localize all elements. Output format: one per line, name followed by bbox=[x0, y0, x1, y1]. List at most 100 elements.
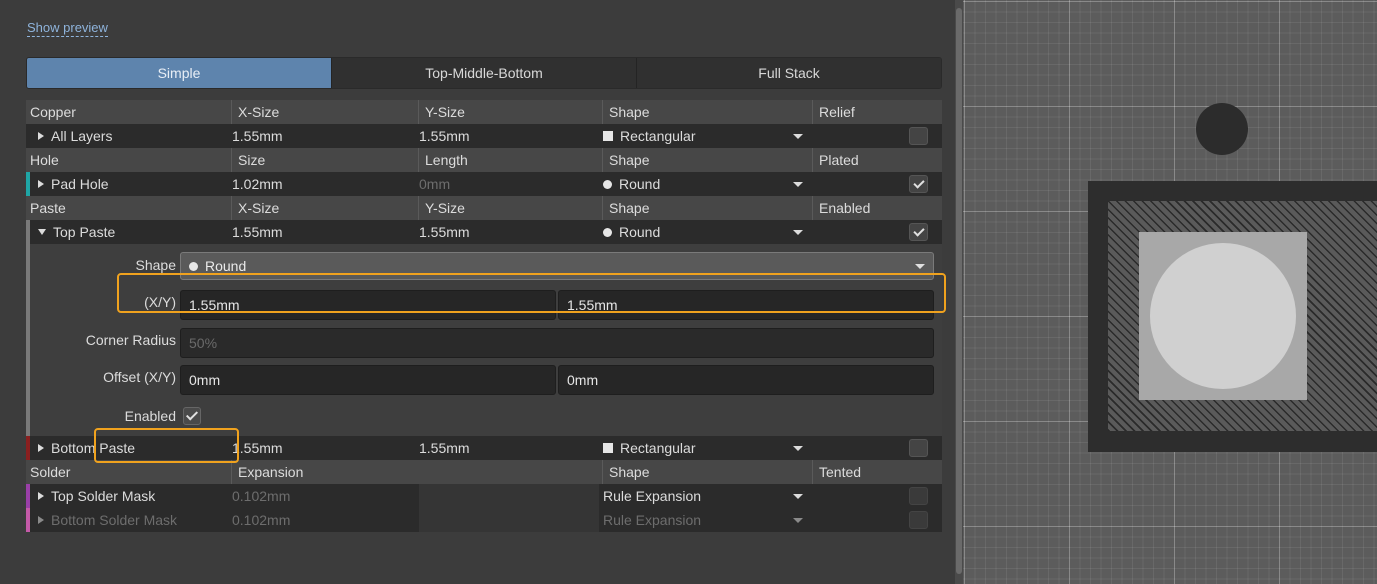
shape-select[interactable]: Rectangular bbox=[603, 124, 696, 148]
column-header: Solder bbox=[30, 464, 71, 480]
xy-label: (X/Y) bbox=[144, 294, 176, 310]
empty-cell bbox=[419, 508, 599, 532]
top-paste-editor: Shape Round (X/Y) 1.55mm 1.55mm Corner R… bbox=[26, 244, 942, 436]
expand-arrow-icon[interactable] bbox=[38, 444, 44, 453]
expand-arrow-icon[interactable] bbox=[38, 516, 44, 525]
column-header: Length bbox=[418, 148, 468, 172]
table-row[interactable]: Bottom Paste 1.55mm 1.55mm Rectangular bbox=[26, 436, 942, 460]
table-row[interactable]: Top Paste 1.55mm 1.55mm Round bbox=[26, 220, 942, 244]
chevron-down-icon[interactable] bbox=[915, 264, 925, 269]
column-header: Shape bbox=[602, 460, 649, 484]
hole-header-row: Hole Size Length Shape Plated bbox=[26, 148, 942, 172]
size-cell[interactable]: 1.02mm bbox=[232, 172, 283, 196]
layer-color-stripe bbox=[26, 220, 30, 244]
paste-header-row: Paste X-Size Y-Size Shape Enabled bbox=[26, 196, 942, 220]
shape-select[interactable]: Round bbox=[603, 220, 660, 244]
shape-dropdown[interactable]: Round bbox=[180, 252, 934, 280]
x-size-cell[interactable]: 1.55mm bbox=[232, 124, 283, 148]
y-size-cell[interactable]: 1.55mm bbox=[419, 220, 470, 244]
expand-arrow-icon[interactable] bbox=[38, 132, 44, 141]
y-size-cell[interactable]: 1.55mm bbox=[419, 436, 470, 460]
x-size-input[interactable]: 1.55mm bbox=[180, 290, 556, 320]
chevron-down-icon[interactable] bbox=[793, 446, 803, 451]
expansion-cell: 0.102mm bbox=[232, 512, 291, 528]
corner-radius-input: 50% bbox=[180, 328, 934, 358]
collapse-arrow-icon[interactable] bbox=[38, 229, 46, 236]
layer-color-stripe bbox=[26, 508, 30, 532]
tented-checkbox bbox=[909, 487, 928, 505]
column-header: Expansion bbox=[231, 460, 303, 484]
enabled-checkbox[interactable] bbox=[909, 439, 928, 457]
column-header: Copper bbox=[30, 104, 76, 120]
shape-select[interactable]: Rule Expansion bbox=[603, 508, 701, 532]
chevron-down-icon[interactable] bbox=[793, 230, 803, 235]
copper-header-row: Copper X-Size Y-Size Shape Relief bbox=[26, 100, 942, 124]
column-header: X-Size bbox=[231, 196, 279, 220]
x-size-cell[interactable]: 1.55mm bbox=[232, 220, 283, 244]
shape-select[interactable]: Round bbox=[603, 172, 660, 196]
enabled-checkbox[interactable] bbox=[909, 223, 928, 241]
row-label[interactable]: Bottom Solder Mask bbox=[38, 508, 177, 532]
tented-checkbox bbox=[909, 511, 928, 529]
column-header: Plated bbox=[812, 148, 859, 172]
row-label[interactable]: Top Solder Mask bbox=[38, 484, 155, 508]
pad-properties-panel: Show preview Simple Top-Middle-Bottom Fu… bbox=[0, 0, 955, 584]
expand-arrow-icon[interactable] bbox=[38, 180, 44, 189]
paste-circle bbox=[1150, 243, 1296, 389]
table-row[interactable]: Bottom Solder Mask 0.102mm Rule Expansio… bbox=[26, 508, 942, 532]
column-header: Relief bbox=[812, 100, 855, 124]
panel-scrollbar[interactable] bbox=[955, 0, 963, 584]
column-header: Tented bbox=[812, 460, 861, 484]
layer-color-stripe bbox=[26, 172, 30, 196]
column-header: Shape bbox=[602, 196, 649, 220]
scrollbar-thumb[interactable] bbox=[956, 8, 962, 574]
table-row[interactable]: All Layers 1.55mm 1.55mm Rectangular bbox=[26, 124, 942, 148]
pad-preview-canvas[interactable] bbox=[963, 0, 1377, 584]
expand-arrow-icon[interactable] bbox=[38, 492, 44, 501]
enabled-checkbox[interactable] bbox=[183, 407, 201, 425]
shape-select[interactable]: Rule Expansion bbox=[603, 484, 701, 508]
pad-stack-grid: Copper X-Size Y-Size Shape Relief All La… bbox=[26, 100, 942, 532]
column-header: X-Size bbox=[231, 100, 279, 124]
solder-header-row: Solder Expansion Shape Tented bbox=[26, 460, 942, 484]
row-label[interactable]: Top Paste bbox=[38, 220, 115, 244]
chevron-down-icon[interactable] bbox=[793, 182, 803, 187]
column-header: Paste bbox=[30, 200, 66, 216]
stack-mode-tabs: Simple Top-Middle-Bottom Full Stack bbox=[26, 57, 942, 89]
y-size-input[interactable]: 1.55mm bbox=[558, 290, 934, 320]
offset-label: Offset (X/Y) bbox=[103, 369, 176, 385]
relief-checkbox[interactable] bbox=[909, 127, 928, 145]
column-header: Y-Size bbox=[418, 100, 465, 124]
plated-checkbox[interactable] bbox=[909, 175, 928, 193]
offset-x-input[interactable]: 0mm bbox=[180, 365, 556, 395]
tab-full-stack[interactable]: Full Stack bbox=[636, 58, 941, 88]
column-header: Shape bbox=[602, 148, 649, 172]
tab-simple[interactable]: Simple bbox=[27, 58, 331, 88]
table-row[interactable]: Top Solder Mask 0.102mm Rule Expansion bbox=[26, 484, 942, 508]
x-size-cell[interactable]: 1.55mm bbox=[232, 436, 283, 460]
table-row[interactable]: Pad Hole 1.02mm 0mm Round bbox=[26, 172, 942, 196]
circle-icon bbox=[603, 179, 612, 189]
y-size-cell[interactable]: 1.55mm bbox=[419, 124, 470, 148]
shape-select[interactable]: Rectangular bbox=[603, 436, 696, 460]
column-header: Shape bbox=[602, 100, 649, 124]
row-label[interactable]: All Layers bbox=[38, 124, 112, 148]
show-preview-link[interactable]: Show preview bbox=[27, 20, 108, 37]
layer-color-stripe bbox=[26, 436, 30, 460]
chevron-down-icon[interactable] bbox=[793, 134, 803, 139]
chevron-down-icon[interactable] bbox=[793, 494, 803, 499]
column-header: Enabled bbox=[812, 196, 870, 220]
column-header: Size bbox=[231, 148, 265, 172]
tab-top-middle-bottom[interactable]: Top-Middle-Bottom bbox=[331, 58, 636, 88]
square-icon bbox=[603, 443, 613, 454]
square-icon bbox=[603, 131, 613, 142]
offset-y-input[interactable]: 0mm bbox=[558, 365, 934, 395]
enabled-label: Enabled bbox=[124, 408, 176, 424]
row-label[interactable]: Bottom Paste bbox=[38, 436, 135, 460]
circle-icon bbox=[189, 261, 198, 271]
row-label[interactable]: Pad Hole bbox=[38, 172, 109, 196]
shape-label: Shape bbox=[135, 257, 176, 273]
via-shape bbox=[1196, 103, 1248, 155]
expansion-cell: 0.102mm bbox=[232, 488, 291, 504]
chevron-down-icon[interactable] bbox=[793, 518, 803, 523]
